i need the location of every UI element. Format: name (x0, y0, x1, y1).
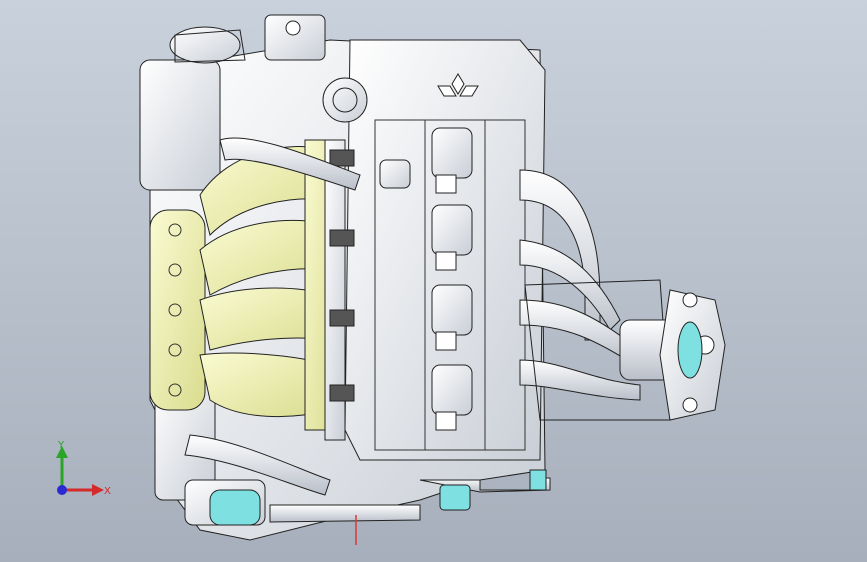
graphics-viewport[interactable]: Y X (0, 0, 867, 562)
exhaust-flange (659, 289, 726, 421)
x-axis-arrow-icon (92, 484, 104, 496)
coordinate-triad (56, 446, 104, 496)
y-axis-label: Y (58, 440, 65, 451)
oil-filler-cap (322, 77, 368, 123)
z-axis-dot-icon (57, 485, 67, 495)
exhaust-manifold (519, 169, 686, 421)
x-axis-label: X (104, 486, 111, 497)
engine-model[interactable] (0, 0, 867, 562)
